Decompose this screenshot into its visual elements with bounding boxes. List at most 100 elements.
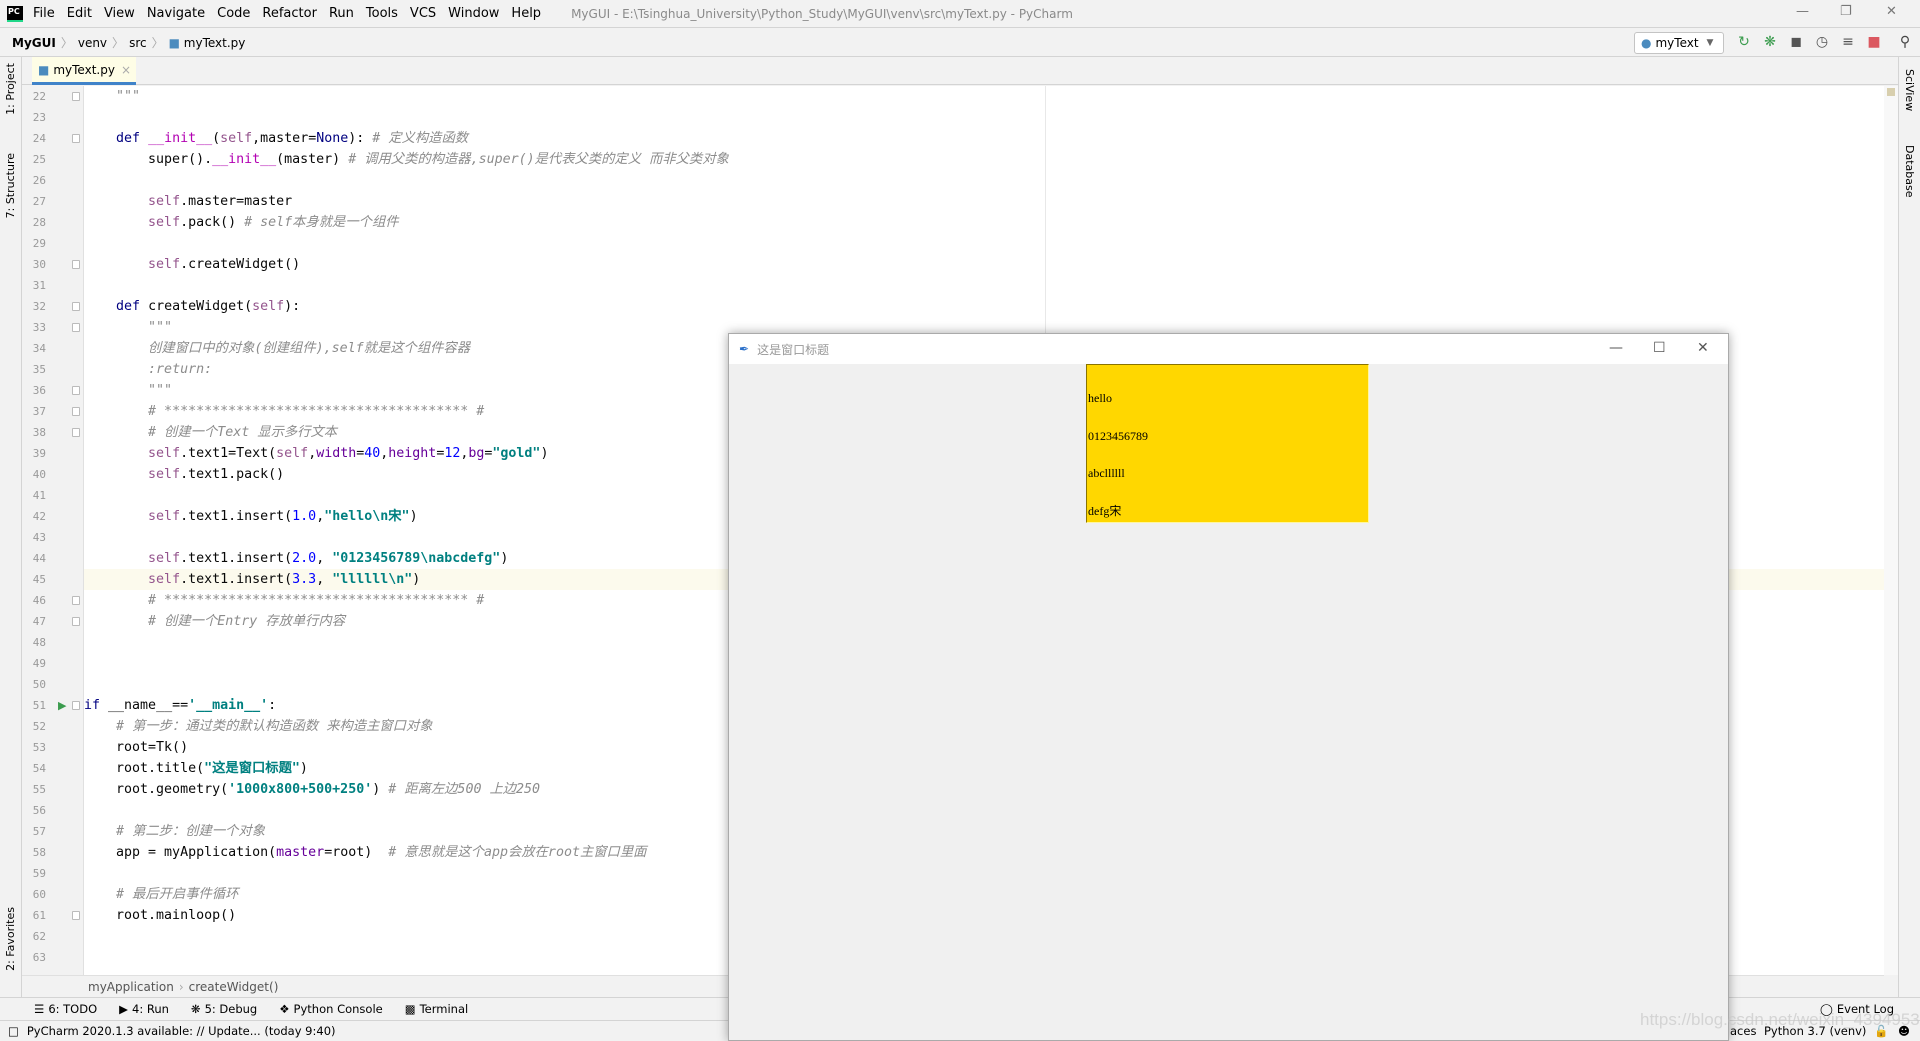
debug-tool-button[interactable]: ❋ 5: Debug xyxy=(191,1002,257,1016)
code-token: .pack() xyxy=(180,215,245,230)
fold-marker-icon[interactable] xyxy=(72,407,80,416)
tab-mytext[interactable]: ■ myText.py × xyxy=(32,57,136,85)
code-token: self xyxy=(148,194,181,209)
crumb-method[interactable]: createWidget() xyxy=(189,980,279,994)
concurrency-icon[interactable]: ≡ xyxy=(1840,34,1856,50)
close-button[interactable]: ✕ xyxy=(1886,4,1897,19)
code-token: :return: xyxy=(148,362,213,377)
fold-marker-icon[interactable] xyxy=(72,617,80,626)
code-line[interactable]: def __init__(self,master=None): # 定义构造函数 xyxy=(84,128,1884,149)
search-icon[interactable]: ⚲ xyxy=(1897,34,1913,50)
tab-label: myText.py xyxy=(53,62,115,77)
code-line[interactable]: def createWidget(self): xyxy=(84,296,1884,317)
python-console-button[interactable]: ❖ Python Console xyxy=(279,1002,382,1016)
menu-edit[interactable]: Edit xyxy=(67,6,92,21)
tk-minimize-button[interactable]: — xyxy=(1609,340,1623,356)
crumb-file[interactable]: myText.py xyxy=(184,36,246,50)
crumb-class[interactable]: myApplication xyxy=(88,980,174,994)
code-token: # 定义构造函数 xyxy=(372,131,469,146)
structure-tool-button[interactable]: 7: Structure xyxy=(4,153,17,218)
code-token: , xyxy=(308,446,317,461)
menu-navigate[interactable]: Navigate xyxy=(147,6,205,21)
code-token: (master) xyxy=(276,152,349,167)
fold-marker-icon[interactable] xyxy=(72,323,80,332)
menu-code[interactable]: Code xyxy=(217,6,250,21)
line-number: 60 xyxy=(32,888,46,901)
line-number: 63 xyxy=(32,951,46,964)
code-line[interactable]: """ xyxy=(84,86,1884,107)
menu-vcs[interactable]: VCS xyxy=(410,6,436,21)
tk-text-widget[interactable]: hello 0123456789 abcllllll defg宋 xyxy=(1086,364,1369,523)
fold-marker-icon[interactable] xyxy=(72,701,80,710)
code-token: .text1.insert( xyxy=(180,509,293,524)
error-stripe[interactable] xyxy=(1884,86,1898,975)
update-notice[interactable]: PyCharm 2020.1.3 available: // Update...… xyxy=(27,1024,336,1038)
favorites-tool-button[interactable]: 2: Favorites xyxy=(4,907,17,971)
line-number: 57 xyxy=(32,825,46,838)
line-number: 38 xyxy=(32,426,46,439)
menu-refactor[interactable]: Refactor xyxy=(262,6,317,21)
line-number: 47 xyxy=(32,615,46,628)
tk-maximize-button[interactable]: ☐ xyxy=(1653,340,1666,356)
fold-marker-icon[interactable] xyxy=(72,92,80,101)
line-number: 61 xyxy=(32,909,46,922)
menu-file[interactable]: File xyxy=(33,6,55,21)
code-token: '1000x800+500+250' xyxy=(228,782,373,797)
code-line[interactable] xyxy=(84,233,1884,254)
code-line[interactable]: self.master=master xyxy=(84,191,1884,212)
list-icon: ☰ xyxy=(34,1002,45,1016)
sciview-tool-button[interactable]: SciView xyxy=(1903,69,1916,111)
menu-window[interactable]: Window xyxy=(448,6,499,21)
code-token: ) xyxy=(409,509,418,524)
stop-icon[interactable]: ■ xyxy=(1866,34,1882,50)
run-config-select[interactable]: ● myText ▼ xyxy=(1634,32,1724,54)
menu-help[interactable]: Help xyxy=(511,6,541,21)
tk-title-bar[interactable]: ✒ 这是窗口标题 — ☐ ✕ xyxy=(729,334,1728,364)
code-line[interactable]: self.pack() # self本身就是一个组件 xyxy=(84,212,1884,233)
fold-marker-icon[interactable] xyxy=(72,911,80,920)
code-line[interactable]: self.createWidget() xyxy=(84,254,1884,275)
minimize-button[interactable]: — xyxy=(1796,4,1809,19)
restore-button[interactable]: ❐ xyxy=(1840,4,1852,19)
line-number: 28 xyxy=(32,216,46,229)
run-gutter-icon[interactable]: ▶ xyxy=(58,699,66,712)
line-number: 54 xyxy=(32,762,46,775)
crumb-venv[interactable]: venv xyxy=(78,36,107,50)
fold-marker-icon[interactable] xyxy=(72,134,80,143)
code-line[interactable] xyxy=(84,170,1884,191)
crumb-src[interactable]: src xyxy=(129,36,147,50)
feather-icon: ✒ xyxy=(739,342,750,356)
tk-close-button[interactable]: ✕ xyxy=(1697,340,1709,356)
crumb-project[interactable]: MyGUI xyxy=(12,36,56,50)
line-number: 30 xyxy=(32,258,46,271)
fold-marker-icon[interactable] xyxy=(72,596,80,605)
terminal-button[interactable]: ▩ Terminal xyxy=(405,1002,468,1016)
menu-view[interactable]: View xyxy=(104,6,135,21)
fold-marker-icon[interactable] xyxy=(72,260,80,269)
close-tab-icon[interactable]: × xyxy=(121,63,131,77)
profile-icon[interactable]: ◷ xyxy=(1814,34,1830,50)
code-token: ) xyxy=(299,761,308,776)
python-icon: ● xyxy=(1641,36,1652,50)
menu-run[interactable]: Run xyxy=(329,6,354,21)
code-line[interactable] xyxy=(84,275,1884,296)
code-token: 2.0 xyxy=(292,551,317,566)
menu-tools[interactable]: Tools xyxy=(366,6,398,21)
code-token: self xyxy=(148,572,181,587)
line-number: 31 xyxy=(32,279,46,292)
database-tool-button[interactable]: Database xyxy=(1903,145,1916,198)
todo-tool-button[interactable]: ☰ 6: TODO xyxy=(34,1002,97,1016)
chevron-down-icon: ▼ xyxy=(1706,38,1714,48)
code-line[interactable] xyxy=(84,107,1884,128)
code-line[interactable]: super().__init__(master) # 调用父类的构造器,supe… xyxy=(84,149,1884,170)
status-toggle-icon[interactable]: □ xyxy=(8,1024,19,1038)
rerun-icon[interactable]: ↻ xyxy=(1736,34,1752,50)
project-tool-button[interactable]: 1: Project xyxy=(4,63,17,115)
fold-marker-icon[interactable] xyxy=(72,386,80,395)
debug-icon[interactable]: ❋ xyxy=(1762,34,1778,50)
fold-marker-icon[interactable] xyxy=(72,302,80,311)
coverage-icon[interactable]: ◼ xyxy=(1788,34,1804,50)
fold-marker-icon[interactable] xyxy=(72,428,80,437)
run-tool-button[interactable]: ▶ 4: Run xyxy=(119,1002,169,1016)
